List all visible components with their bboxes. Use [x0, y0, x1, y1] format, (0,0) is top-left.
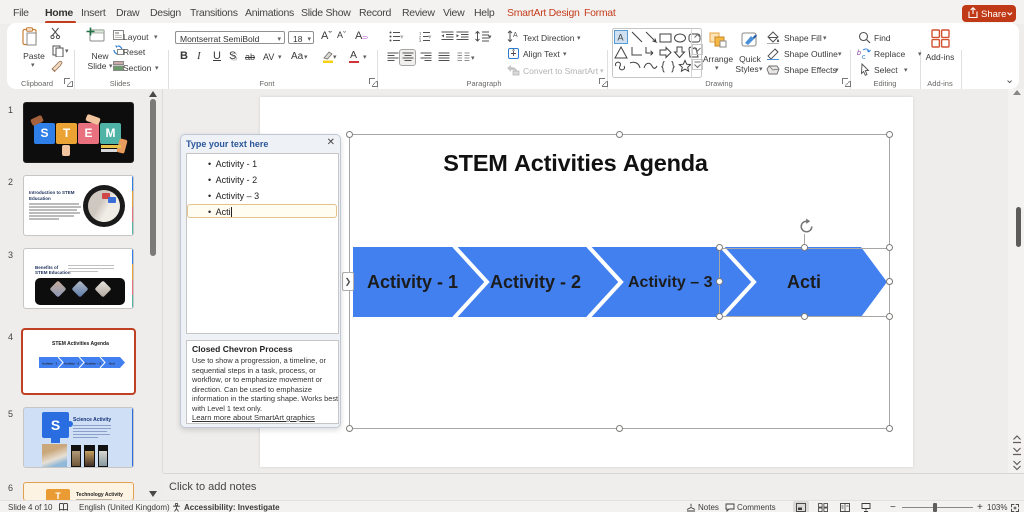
svg-text:Acti: Acti — [109, 362, 115, 366]
svg-text:3: 3 — [419, 38, 422, 42]
svg-text:Share: Share — [981, 9, 1006, 20]
svg-text:A: A — [618, 33, 624, 43]
svg-text:Activity - 2: Activity - 2 — [64, 362, 80, 366]
svg-text:b: b — [857, 50, 861, 57]
svg-text:Activity – 3: Activity – 3 — [85, 362, 101, 366]
svg-text:c: c — [862, 54, 866, 60]
svg-text:A: A — [513, 32, 518, 39]
svg-text:Activity - 1: Activity - 1 — [42, 362, 58, 366]
